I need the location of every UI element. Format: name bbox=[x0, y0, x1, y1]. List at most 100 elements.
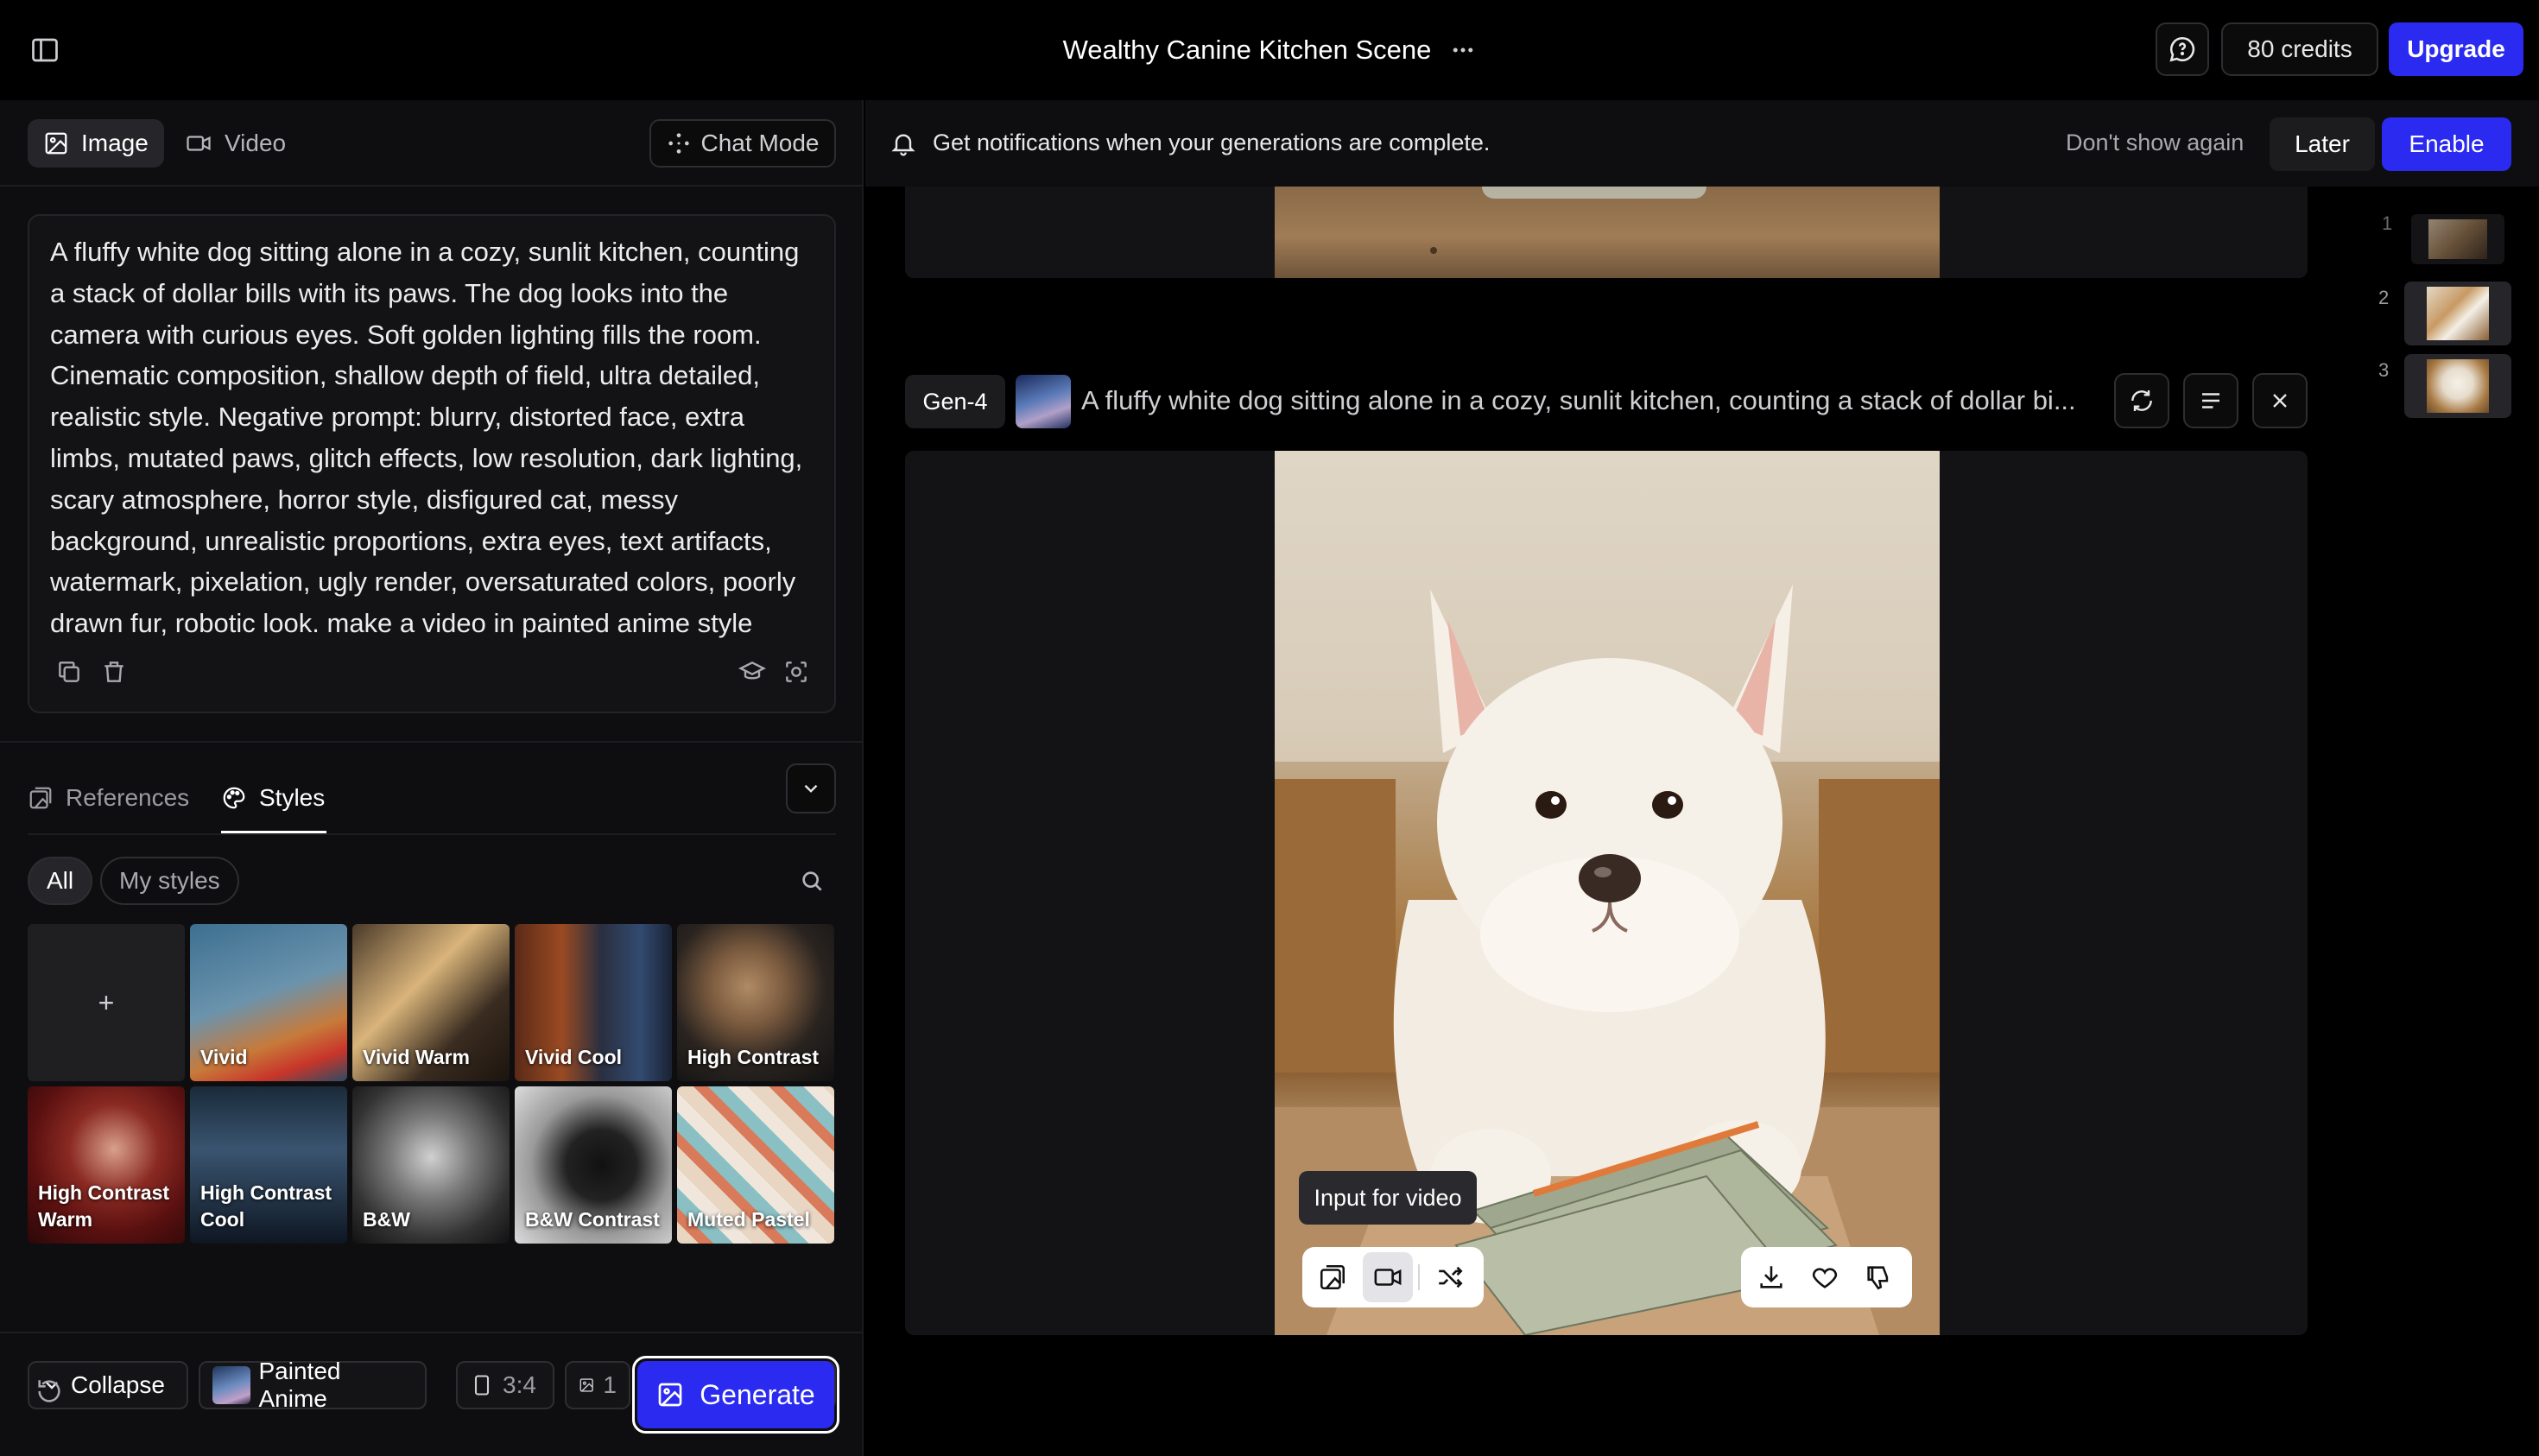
previous-generation-image[interactable] bbox=[1275, 187, 1940, 278]
collapse-label: Collapse bbox=[71, 1371, 165, 1398]
tooltip-text: Input for video bbox=[1314, 1184, 1462, 1211]
prompt-text[interactable]: A fluffy white dog sitting alone in a co… bbox=[50, 231, 817, 644]
feedback-button[interactable] bbox=[2156, 22, 2209, 76]
input-for-video-button[interactable] bbox=[1363, 1252, 1413, 1302]
bottom-divider-line bbox=[0, 1332, 864, 1333]
image-feedback-toolbar bbox=[1741, 1247, 1912, 1307]
selected-style-label: Painted Anime bbox=[258, 1358, 341, 1412]
scan-focus-icon[interactable] bbox=[782, 658, 810, 686]
style-label: High Contrast Cool bbox=[200, 1181, 332, 1231]
aspect-ratio-label: 3:4 bbox=[503, 1371, 536, 1398]
filter-all[interactable]: All bbox=[28, 857, 93, 905]
refresh-icon bbox=[2128, 387, 2156, 415]
generation-prompt-preview[interactable]: A fluffy white dog sitting alone in a co… bbox=[1081, 385, 2100, 416]
download-button[interactable] bbox=[1746, 1252, 1796, 1302]
style-tile-bw[interactable]: B&W bbox=[352, 1086, 510, 1244]
image-icon bbox=[656, 1381, 684, 1409]
palette-icon bbox=[221, 785, 247, 811]
tab-video-label: Video bbox=[225, 130, 287, 156]
style-tile-high-contrast-cool[interactable]: High Contrast Cool bbox=[190, 1086, 347, 1244]
tab-references[interactable]: References bbox=[28, 774, 189, 822]
video-icon bbox=[185, 130, 212, 156]
tab-video[interactable]: Video bbox=[169, 119, 301, 168]
copy-icon[interactable] bbox=[55, 658, 83, 686]
upgrade-button[interactable]: Upgrade bbox=[2389, 22, 2523, 76]
image-icon bbox=[579, 1373, 594, 1397]
close-button[interactable] bbox=[2252, 373, 2308, 428]
chat-mode-button[interactable]: Chat Mode bbox=[649, 119, 836, 168]
style-label: B&W Contrast bbox=[525, 1207, 660, 1231]
more-options-icon[interactable] bbox=[1450, 37, 1476, 63]
sparkle-dots-icon bbox=[667, 131, 691, 155]
trash-icon[interactable] bbox=[100, 658, 128, 686]
style-label: Vivid Cool bbox=[525, 1045, 623, 1068]
use-as-reference-button[interactable] bbox=[1307, 1252, 1358, 1302]
thumbnail-1[interactable] bbox=[2411, 214, 2504, 264]
add-style-tile[interactable]: + bbox=[28, 924, 185, 1081]
enable-button[interactable]: Enable bbox=[2382, 117, 2511, 171]
close-icon bbox=[2268, 389, 2292, 413]
style-tile-vivid-cool[interactable]: Vivid Cool bbox=[515, 924, 672, 1081]
style-tile-high-contrast[interactable]: High Contrast bbox=[677, 924, 834, 1081]
model-label: Gen-4 bbox=[922, 388, 988, 415]
style-label: Muted Pastel bbox=[687, 1207, 810, 1231]
generation-card: Input for video bbox=[905, 451, 2308, 1335]
style-label: Vivid Warm bbox=[363, 1045, 470, 1068]
style-tile-vivid-warm[interactable]: Vivid Warm bbox=[352, 924, 510, 1081]
generate-button[interactable]: Generate bbox=[632, 1356, 839, 1434]
thumbnail-3[interactable] bbox=[2404, 354, 2511, 418]
filter-all-label: All bbox=[47, 867, 74, 894]
style-label: B&W bbox=[363, 1207, 410, 1231]
thumbs-down-button[interactable] bbox=[1853, 1252, 1903, 1302]
prompt-box[interactable]: A fluffy white dog sitting alone in a co… bbox=[28, 214, 836, 713]
thumbnail-2[interactable] bbox=[2404, 282, 2511, 345]
image-count-button[interactable]: 1 bbox=[565, 1361, 630, 1409]
style-tile-muted-pastel[interactable]: Muted Pastel bbox=[677, 1086, 834, 1244]
details-button[interactable] bbox=[2183, 373, 2238, 428]
dont-show-again-link[interactable]: Don't show again bbox=[2066, 130, 2244, 156]
expand-styles-button[interactable] bbox=[786, 763, 836, 813]
favorite-button[interactable] bbox=[1800, 1252, 1850, 1302]
toolbar-separator bbox=[1418, 1264, 1420, 1290]
heart-icon bbox=[1810, 1263, 1839, 1292]
aspect-ratio-button[interactable]: 3:4 bbox=[456, 1361, 554, 1409]
thumbnail-number: 2 bbox=[2378, 287, 2390, 308]
reference-thumbnail[interactable] bbox=[1016, 375, 1071, 428]
style-label: High Contrast Warm bbox=[38, 1181, 170, 1231]
image-count-label: 1 bbox=[603, 1371, 617, 1398]
style-thumbnail bbox=[212, 1366, 250, 1404]
notification-text: Get notifications when your generations … bbox=[933, 130, 1491, 155]
left-panel: Image Video Chat Mode A fluffy white dog… bbox=[0, 100, 864, 1456]
generate-label: Generate bbox=[700, 1378, 815, 1410]
portrait-frame-icon bbox=[470, 1373, 494, 1397]
search-icon[interactable] bbox=[798, 867, 826, 895]
chevron-down-icon bbox=[800, 777, 822, 800]
text-lines-icon bbox=[2198, 388, 2224, 414]
style-tile-high-contrast-warm[interactable]: High Contrast Warm bbox=[28, 1086, 185, 1244]
reset-icon[interactable] bbox=[35, 1377, 64, 1406]
graduation-cap-icon[interactable] bbox=[738, 658, 767, 686]
filter-my-styles-label: My styles bbox=[119, 867, 220, 894]
later-button[interactable]: Later bbox=[2270, 117, 2375, 171]
rerun-button[interactable] bbox=[2114, 373, 2169, 428]
style-tile-vivid[interactable]: Vivid bbox=[190, 924, 347, 1081]
tab-image[interactable]: Image bbox=[28, 119, 164, 168]
selected-style-chip[interactable]: Painted Anime bbox=[199, 1358, 427, 1412]
enable-label: Enable bbox=[2409, 130, 2485, 157]
top-bar: Wealthy Canine Kitchen Scene 80 credits … bbox=[0, 0, 2539, 100]
tab-image-label: Image bbox=[81, 130, 149, 156]
credits-button[interactable]: 80 credits bbox=[2221, 22, 2378, 76]
video-icon bbox=[1373, 1263, 1402, 1292]
variations-button[interactable] bbox=[1425, 1252, 1475, 1302]
thumbnail-number: 3 bbox=[2378, 359, 2390, 381]
sidebar-toggle-icon[interactable] bbox=[29, 35, 60, 66]
project-title[interactable]: Wealthy Canine Kitchen Scene bbox=[1063, 35, 1432, 66]
filter-my-styles[interactable]: My styles bbox=[100, 857, 239, 905]
chat-mode-label: Chat Mode bbox=[700, 130, 820, 156]
tab-styles-label: Styles bbox=[259, 784, 326, 811]
tab-styles[interactable]: Styles bbox=[221, 774, 325, 822]
previous-generation-card bbox=[905, 187, 2308, 278]
style-tile-bw-contrast[interactable]: B&W Contrast bbox=[515, 1086, 672, 1244]
credits-label: 80 credits bbox=[2247, 35, 2352, 62]
image-icon bbox=[43, 130, 69, 156]
